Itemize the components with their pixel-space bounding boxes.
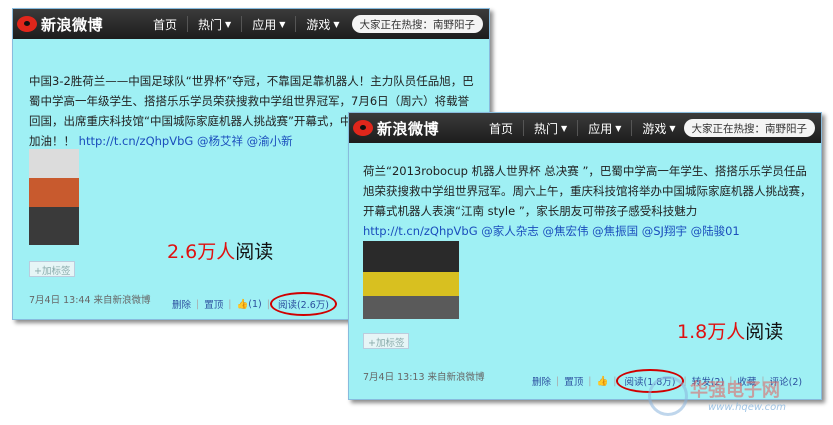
chevron-down-icon: ▼ xyxy=(279,19,286,29)
chevron-down-icon: ▼ xyxy=(225,19,232,29)
watermark-url: www.hqew.com xyxy=(708,402,786,413)
image-region xyxy=(363,241,459,273)
nav-hot[interactable]: 热门 ▼ xyxy=(188,9,241,39)
post-link[interactable]: http://t.cn/zQhpVbG xyxy=(79,134,194,148)
weibo-logo[interactable]: 新浪微博 xyxy=(13,9,143,39)
nav-games[interactable]: 游戏 ▼ xyxy=(296,9,349,39)
post-text: 荷兰“2013robocup 机器人世界杯 总决赛 ”，巴蜀中学高一年学生、搭搭… xyxy=(363,164,812,218)
read-count-number: 2.6万人 xyxy=(167,241,236,263)
weibo-eye-icon xyxy=(353,120,373,136)
post-meta: 7月4日 13:44 来自新浪微博 xyxy=(29,295,151,306)
top-nav-bar: 新浪微博 首页 热门 ▼ 应用 ▼ 游戏 ▼ 大家正在热搜：南野阳子 xyxy=(13,9,489,39)
delete-button[interactable]: 删除 xyxy=(527,374,556,388)
hot-search-box[interactable]: 大家正在热搜：南野阳子 xyxy=(351,15,483,33)
top-nav-bar: 新浪微博 首页 热门 ▼ 应用 ▼ 游戏 ▼ 大家正在热搜：南野阳子 xyxy=(349,113,821,143)
post-link[interactable]: http://t.cn/zQhpVbG xyxy=(363,224,478,238)
pin-button[interactable]: 置顶 xyxy=(559,374,588,388)
chevron-down-icon: ▼ xyxy=(615,123,622,133)
post-actions: 删除 | 置顶 | 👍(1) | 阅读(2.6万) xyxy=(167,292,337,316)
read-count-annotation: 2.6万人阅读 xyxy=(167,237,273,264)
post-body: 荷兰“2013robocup 机器人世界杯 总决赛 ”，巴蜀中学高一年学生、搭搭… xyxy=(363,161,815,241)
image-region xyxy=(363,272,459,296)
nav-games[interactable]: 游戏 ▼ xyxy=(632,113,685,143)
delete-button[interactable]: 删除 xyxy=(167,297,196,311)
nav-games-label: 游戏 xyxy=(306,17,331,32)
nav-hot-label: 热门 xyxy=(198,17,223,32)
nav-home[interactable]: 首页 xyxy=(479,113,523,143)
like-count: (1) xyxy=(248,298,262,310)
pin-button[interactable]: 置顶 xyxy=(199,297,228,311)
watermark-logo-icon xyxy=(648,376,688,416)
image-region xyxy=(29,206,79,245)
watermark-text: 华强电子网 xyxy=(690,380,780,401)
weibo-eye-icon xyxy=(17,16,37,32)
site-watermark: 华强电子网 www.hqew.com xyxy=(648,372,828,422)
image-region xyxy=(29,149,79,178)
read-count-annotation: 1.8万人阅读 xyxy=(677,317,783,344)
image-region xyxy=(29,177,79,207)
weibo-logo[interactable]: 新浪微博 xyxy=(349,113,479,143)
read-count-button[interactable]: 阅读(2.6万) xyxy=(269,292,337,316)
read-count-word: 阅读 xyxy=(745,321,784,343)
post-mentions[interactable]: @杨艾祥 @渝小新 xyxy=(197,134,293,148)
nav-apps[interactable]: 应用 ▼ xyxy=(578,113,631,143)
add-tag-button[interactable]: +加标签 xyxy=(29,261,76,277)
add-tag-button[interactable]: +加标签 xyxy=(363,333,410,349)
like-button[interactable]: 👍(1) xyxy=(231,299,266,310)
read-count-word: 阅读 xyxy=(235,241,274,263)
thumbs-up-icon: 👍 xyxy=(236,298,249,310)
screenshot-canvas: 新浪微博 首页 热门 ▼ 应用 ▼ 游戏 ▼ 大家正在热搜：南野阳子 中国3-2胜荷兰… xyxy=(0,0,833,425)
chevron-down-icon: ▼ xyxy=(333,19,340,29)
logo-text: 新浪微博 xyxy=(377,119,440,138)
read-count-number: 1.8万人 xyxy=(677,321,746,343)
chevron-down-icon: ▼ xyxy=(561,123,568,133)
nav-games-label: 游戏 xyxy=(642,121,667,136)
nav-home[interactable]: 首页 xyxy=(143,9,187,39)
hot-search-box[interactable]: 大家正在热搜：南野阳子 xyxy=(683,119,815,137)
like-button[interactable]: 👍 xyxy=(591,376,613,387)
post-image-thumbnail[interactable] xyxy=(363,241,459,319)
thumbs-up-icon: 👍 xyxy=(596,375,609,387)
post-meta: 7月4日 13:13 来自新浪微博 xyxy=(363,372,485,383)
nav-hot[interactable]: 热门 ▼ xyxy=(524,113,577,143)
image-region xyxy=(363,295,459,319)
nav-apps[interactable]: 应用 ▼ xyxy=(242,9,295,39)
post-image-thumbnail[interactable] xyxy=(29,149,79,245)
post-mentions[interactable]: @家人杂志 @焦宏伟 @焦振国 @SJ翔宇 @陆骏01 xyxy=(481,224,739,238)
nav-apps-label: 应用 xyxy=(588,121,613,136)
weibo-post-panel-b: 新浪微博 首页 热门 ▼ 应用 ▼ 游戏 ▼ 大家正在热搜：南野阳子 荷兰“2013r… xyxy=(348,112,822,400)
nav-hot-label: 热门 xyxy=(534,121,559,136)
logo-text: 新浪微博 xyxy=(41,15,104,34)
nav-apps-label: 应用 xyxy=(252,17,277,32)
chevron-down-icon: ▼ xyxy=(669,123,676,133)
